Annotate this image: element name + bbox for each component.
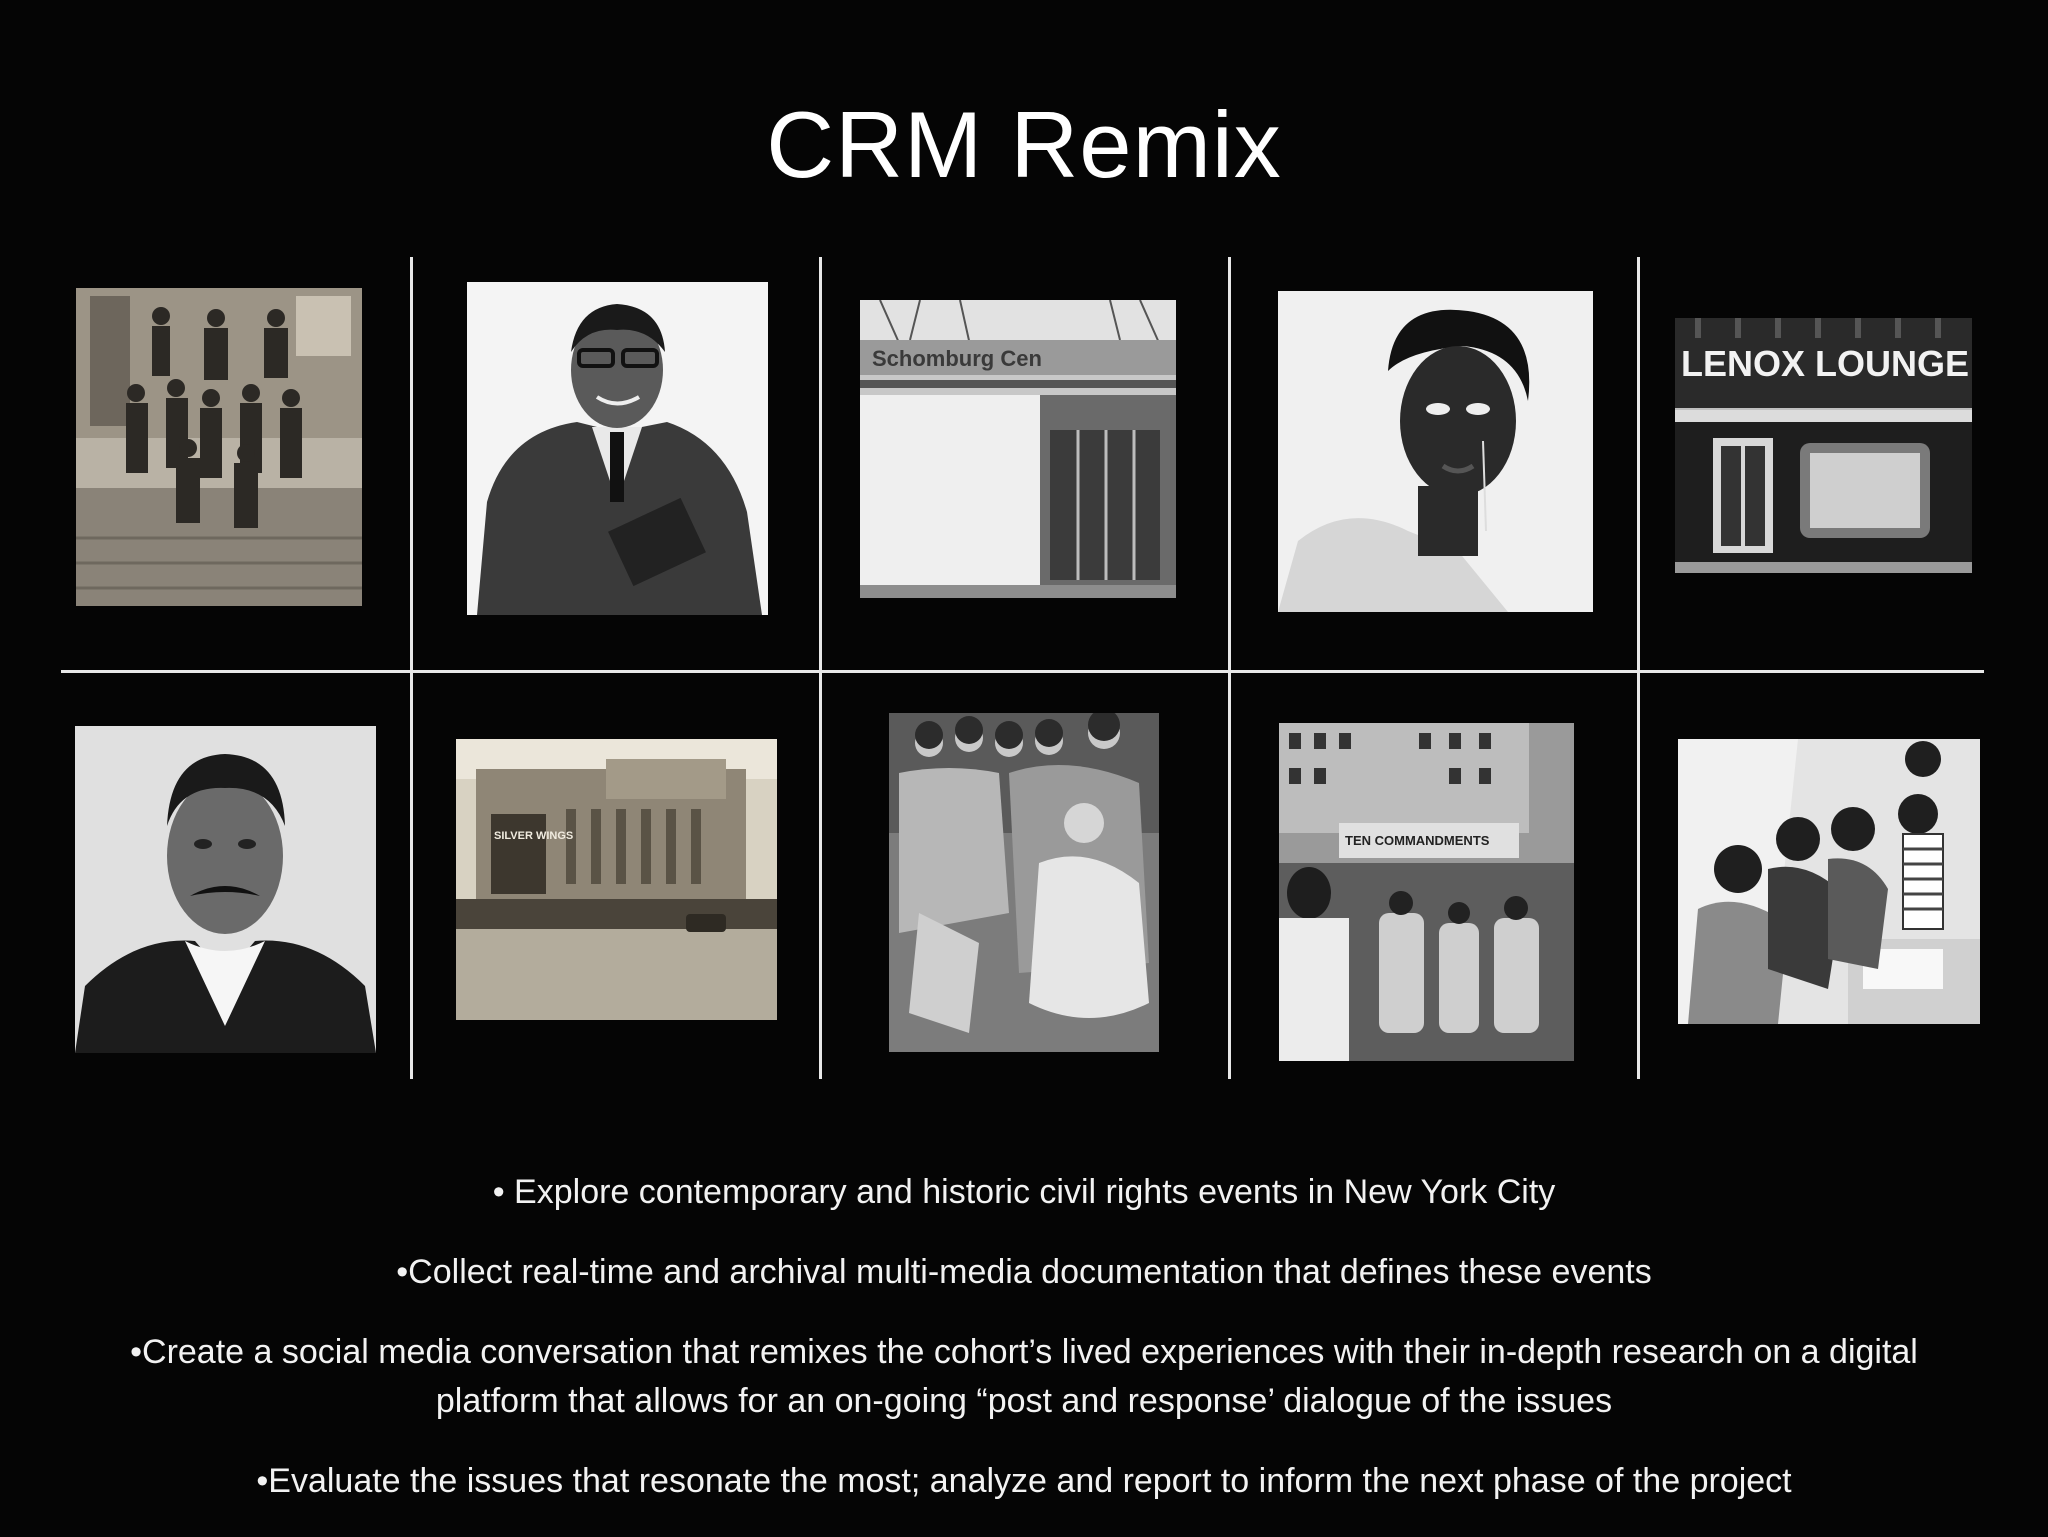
photo-woman-portrait [1278, 291, 1593, 612]
photo-street-scene: TEN COMMANDMENTS [1279, 723, 1574, 1061]
photo-man-with-glasses [467, 282, 768, 615]
photo-children-drawing [1678, 739, 1980, 1024]
photo-lenox-lounge: LENOX LOUNGE [1675, 318, 1972, 573]
photo-basketball-team [76, 288, 362, 606]
bullet-list: • Explore contemporary and historic civi… [60, 1168, 1988, 1537]
grid-vertical-divider-4 [1637, 257, 1640, 1079]
slide-title: CRM Remix [766, 92, 1282, 197]
bullet-item-create: •Create a social media conversation that… [130, 1333, 1918, 1420]
marquee-sign-text: TEN COMMANDMENTS [1345, 833, 1490, 848]
bullet-item-collect: •Collect real-time and archival multi-me… [396, 1253, 1652, 1291]
photo-group-of-women [889, 713, 1159, 1052]
bullet-item-explore: • Explore contemporary and historic civi… [492, 1173, 1556, 1211]
bullet-item-evaluate: •Evaluate the issues that resonate the m… [256, 1462, 1792, 1500]
grid-vertical-divider-3 [1228, 257, 1231, 1079]
lenox-sign-text: LENOX LOUNGE [1681, 343, 1969, 384]
schomburg-sign-text: Schomburg Cen [872, 346, 1042, 371]
photo-schomburg-center: Schomburg Cen [860, 300, 1176, 598]
grid-horizontal-divider [61, 670, 1984, 673]
photo-man-with-mustache [75, 726, 376, 1053]
grid-vertical-divider-2 [819, 257, 822, 1079]
photo-theater: SILVER WINGS [456, 739, 777, 1020]
theater-sign-text: SILVER WINGS [494, 830, 573, 842]
grid-vertical-divider-1 [410, 257, 413, 1079]
